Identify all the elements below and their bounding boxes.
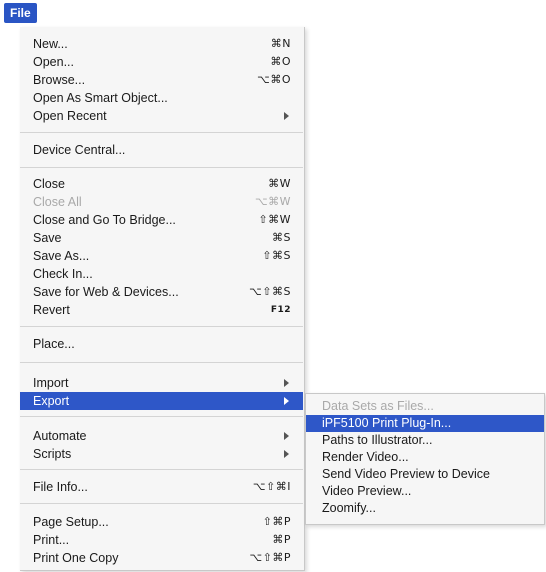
submenu-item-label: Video Preview... <box>322 484 412 498</box>
shortcut-text: ⌥⌘W <box>254 195 291 208</box>
menu-item-save-for-web[interactable]: Save for Web & Devices... ⌥⇧⌘S <box>20 283 303 301</box>
shortcut-text: ⌘O <box>270 55 291 68</box>
menu-separator <box>20 326 303 327</box>
shortcut-text: ⇧⌘W <box>258 213 291 226</box>
submenu-item-label: Zoomify... <box>322 501 376 515</box>
menu-separator <box>20 362 303 363</box>
submenu-item-video-preview[interactable]: Video Preview... <box>306 483 544 500</box>
menu-item-label: Save for Web & Devices... <box>33 285 179 299</box>
menu-item-label: Open As Smart Object... <box>33 91 168 105</box>
shortcut-text: ⌥⌘O <box>257 73 291 86</box>
menu-item-label: Close All <box>33 195 82 209</box>
menu-separator <box>20 469 303 470</box>
menu-item-revert[interactable]: Revert F12 <box>20 301 303 319</box>
submenu-item-label: Data Sets as Files... <box>322 399 434 413</box>
menu-item-open-smart-object[interactable]: Open As Smart Object... <box>20 89 303 107</box>
menu-item-label: Print... <box>33 533 70 547</box>
submenu-arrow-icon <box>284 432 289 440</box>
shortcut-text: ⌘S <box>272 231 291 244</box>
submenu-item-send-video-preview[interactable]: Send Video Preview to Device <box>306 466 544 483</box>
menu-item-new[interactable]: New... ⌘N <box>20 35 303 53</box>
menu-item-label: Open... <box>33 55 74 69</box>
submenu-item-render-video[interactable]: Render Video... <box>306 449 544 466</box>
menu-item-import[interactable]: Import <box>20 374 303 392</box>
file-menu: New... ⌘N Open... ⌘O Browse... ⌥⌘O Open … <box>20 27 305 571</box>
menu-item-page-setup[interactable]: Page Setup... ⇧⌘P <box>20 513 303 531</box>
submenu-arrow-icon <box>284 112 289 120</box>
submenu-item-label: Paths to Illustrator... <box>322 433 433 447</box>
menu-item-close-and-go-to-bridge[interactable]: Close and Go To Bridge... ⇧⌘W <box>20 211 303 229</box>
menu-item-export[interactable]: Export <box>20 392 303 410</box>
menu-item-label: Browse... <box>33 73 86 87</box>
menu-item-save[interactable]: Save ⌘S <box>20 229 303 247</box>
menu-item-label: Import <box>33 376 69 390</box>
menu-item-label: Scripts <box>33 447 72 461</box>
submenu-item-label: iPF5100 Print Plug-In... <box>322 416 452 430</box>
shortcut-text: ⌘W <box>268 177 291 190</box>
submenu-item-label: Render Video... <box>322 450 409 464</box>
submenu-item-zoomify[interactable]: Zoomify... <box>306 500 544 517</box>
menu-item-file-info[interactable]: File Info... ⌥⇧⌘I <box>20 478 303 496</box>
menu-item-print-one-copy[interactable]: Print One Copy ⌥⇧⌘P <box>20 549 303 567</box>
shortcut-text: ⌥⇧⌘P <box>249 551 291 564</box>
menu-item-check-in[interactable]: Check In... <box>20 265 303 283</box>
menu-item-label: Automate <box>33 429 87 443</box>
menu-item-print[interactable]: Print... ⌘P <box>20 531 303 549</box>
menu-separator <box>20 503 303 504</box>
menu-item-scripts[interactable]: Scripts <box>20 445 303 463</box>
menu-item-label: Revert <box>33 303 70 317</box>
menu-item-device-central[interactable]: Device Central... <box>20 141 303 159</box>
menu-item-label: Check In... <box>33 267 93 281</box>
menu-item-label: Place... <box>33 337 75 351</box>
shortcut-text: ⌥⇧⌘I <box>252 480 291 493</box>
shortcut-text: ⌥⇧⌘S <box>249 285 291 298</box>
shortcut-text: ⇧⌘S <box>262 249 291 262</box>
menu-separator <box>20 416 303 417</box>
menu-item-open[interactable]: Open... ⌘O <box>20 53 303 71</box>
menu-item-close-all[interactable]: Close All ⌥⌘W <box>20 193 303 211</box>
menu-item-label: Close <box>33 177 65 191</box>
menu-separator <box>20 167 303 168</box>
menu-item-save-as[interactable]: Save As... ⇧⌘S <box>20 247 303 265</box>
menu-item-label: Close and Go To Bridge... <box>33 213 176 227</box>
shortcut-text: F12 <box>270 305 291 315</box>
submenu-item-label: Send Video Preview to Device <box>322 467 490 481</box>
menu-item-automate[interactable]: Automate <box>20 427 303 445</box>
menu-item-open-recent[interactable]: Open Recent <box>20 107 303 125</box>
menu-item-label: New... <box>33 37 68 51</box>
menu-item-label: Export <box>33 394 70 408</box>
submenu-item-data-sets-as-files[interactable]: Data Sets as Files... <box>306 398 544 415</box>
menu-bar: File <box>0 0 546 27</box>
menu-item-label: Save <box>33 231 62 245</box>
shortcut-text: ⌘P <box>272 533 291 546</box>
menu-item-close[interactable]: Close ⌘W <box>20 175 303 193</box>
menu-separator <box>20 132 303 133</box>
menu-item-browse[interactable]: Browse... ⌥⌘O <box>20 71 303 89</box>
menu-item-label: Save As... <box>33 249 90 263</box>
menu-item-place[interactable]: Place... <box>20 335 303 353</box>
submenu-arrow-icon <box>284 450 289 458</box>
menu-item-label: File Info... <box>33 480 88 494</box>
submenu-arrow-icon <box>284 379 289 387</box>
menu-title-file[interactable]: File <box>4 3 37 23</box>
menu-item-label: Print One Copy <box>33 551 119 565</box>
menu-item-label: Page Setup... <box>33 515 109 529</box>
export-submenu: Data Sets as Files... iPF5100 Print Plug… <box>305 393 545 525</box>
menu-item-label: Device Central... <box>33 143 126 157</box>
submenu-item-paths-to-illustrator[interactable]: Paths to Illustrator... <box>306 432 544 449</box>
menu-item-label: Open Recent <box>33 109 107 123</box>
shortcut-text: ⌘N <box>270 37 291 50</box>
submenu-arrow-icon <box>284 397 289 405</box>
shortcut-text: ⇧⌘P <box>262 515 291 528</box>
submenu-item-ipf5100-print-plug-in[interactable]: iPF5100 Print Plug-In... <box>306 415 544 432</box>
